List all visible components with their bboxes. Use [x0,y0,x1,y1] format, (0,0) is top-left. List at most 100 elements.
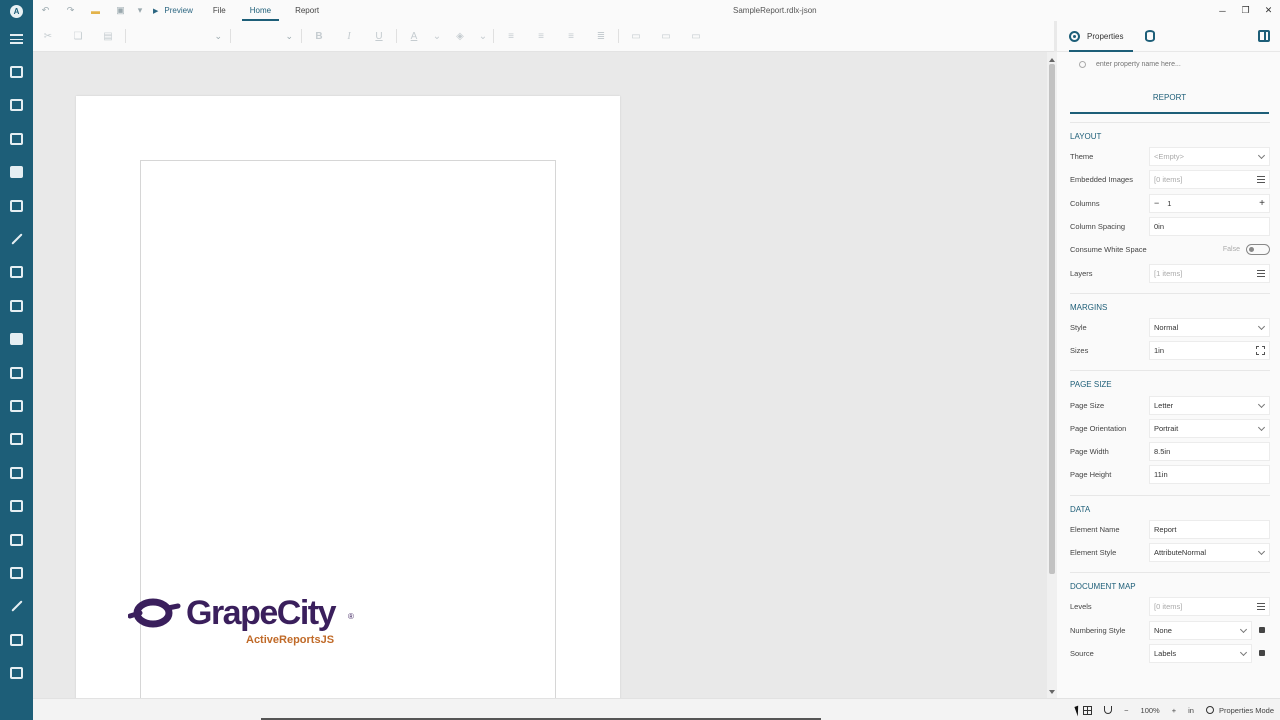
hamburger-menu-icon[interactable] [0,22,33,55]
align-justify-icon[interactable]: ≣ [586,21,616,52]
cut-icon[interactable]: ✂ [33,21,63,52]
section-layout-title[interactable]: LAYOUT [1070,122,1270,145]
page-height-field[interactable]: 11in [1149,465,1270,485]
element-name-field[interactable]: Report [1149,519,1270,539]
scroll-down-icon[interactable] [1049,690,1055,694]
consume-ws-toggle[interactable]: False [1149,240,1270,259]
tableofcontents-tool-icon[interactable] [0,289,33,322]
collection-editor-icon[interactable] [1257,176,1265,184]
tablix-tool-icon[interactable] [0,456,33,489]
close-button[interactable]: ✕ [1257,0,1280,21]
subreport-tool-icon[interactable] [0,623,33,656]
expression-icon[interactable] [1259,627,1265,634]
list-tool-icon[interactable] [0,389,33,422]
underline-icon[interactable]: U [364,21,394,52]
minimize-button[interactable]: ─ [1211,0,1234,21]
property-search-input[interactable] [1096,61,1256,68]
table-tool-icon[interactable] [0,423,33,456]
orientation-dropdown[interactable]: Portrait [1149,418,1270,438]
expression-icon[interactable] [1259,650,1265,657]
shape-tool-icon[interactable] [0,256,33,289]
collection-editor-icon[interactable] [1257,603,1265,611]
menu-file[interactable]: File [201,0,238,21]
textbox-tool-icon[interactable] [0,122,33,155]
data-tab-database-icon[interactable] [1145,30,1156,42]
margin-sizes-field[interactable]: 1in [1149,341,1270,361]
zoom-out-button[interactable]: − [1118,699,1134,720]
levels-field[interactable]: [0 items] [1149,597,1270,617]
source-dropdown[interactable]: Labels [1149,643,1252,663]
richtext-tool-icon[interactable] [0,323,33,356]
canvas-vertical-scrollbar[interactable] [1047,52,1057,698]
save-icon[interactable]: ▣ [108,0,133,21]
zoom-in-button[interactable]: + [1166,699,1182,720]
image-tool-icon[interactable] [0,356,33,389]
page-width-field[interactable]: 8.5in [1149,442,1270,462]
expand-icon[interactable] [1256,346,1265,356]
collection-editor-icon[interactable] [1257,269,1265,277]
align-left-icon[interactable]: ≡ [496,21,526,52]
property-search[interactable] [1057,52,1280,77]
zoom-level[interactable]: 100% [1135,699,1166,720]
grapecity-logo-image[interactable]: GrapeCity ® ActiveReportsJS [128,594,360,652]
tab-properties[interactable]: Properties [1069,21,1134,52]
bold-icon[interactable]: B [304,21,334,52]
text-color-chevron-icon[interactable]: ⌄ [429,21,445,52]
toggle-switch-icon[interactable] [1246,244,1270,256]
collapse-panel-icon[interactable] [1258,30,1270,42]
menu-home[interactable]: Home [238,0,283,21]
checkbox-tool-icon[interactable] [0,156,33,189]
font-size-dropdown[interactable]: ⌄ [233,21,299,52]
scroll-up-icon[interactable] [1049,58,1055,62]
numbering-style-dropdown[interactable]: None [1149,620,1252,640]
report-explorer-icon[interactable] [0,55,33,88]
grid-toggle[interactable] [1077,699,1098,720]
paste-icon[interactable]: ▤ [93,21,123,52]
section-page-size-title[interactable]: PAGE SIZE [1070,370,1270,393]
element-style-dropdown[interactable]: AttributeNormal [1149,543,1270,562]
embedded-images-field[interactable]: [0 items] [1149,170,1270,190]
section-data-title[interactable]: DATA [1070,494,1270,518]
bullet-tool-icon[interactable] [0,523,33,556]
valign-top-icon[interactable]: ▭ [621,21,651,52]
menu-report[interactable]: Report [283,0,331,21]
theme-dropdown[interactable]: <Empty> [1149,147,1270,167]
font-family-dropdown[interactable]: ⌄ [128,21,228,52]
plus-icon[interactable]: + [1259,198,1265,209]
margin-style-dropdown[interactable]: Normal [1149,317,1270,337]
sparkline-tool-icon[interactable] [0,590,33,623]
units-selector[interactable]: in [1182,699,1200,720]
text-color-icon[interactable]: A [399,21,429,52]
design-canvas[interactable]: GrapeCity ® ActiveReportsJS [33,52,1047,698]
valign-middle-icon[interactable]: ▭ [651,21,681,52]
align-right-icon[interactable]: ≡ [556,21,586,52]
formatted-text-tool-icon[interactable] [0,656,33,689]
valign-bottom-icon[interactable]: ▭ [681,21,711,52]
report-page[interactable]: GrapeCity ® ActiveReportsJS [76,96,620,698]
italic-icon[interactable]: I [334,21,364,52]
preview-button[interactable]: ▶ Preview [147,6,201,15]
redo-icon[interactable]: ↷ [58,0,83,21]
section-document-map-title[interactable]: DOCUMENT MAP [1070,572,1270,595]
align-center-icon[interactable]: ≡ [526,21,556,52]
scrollbar-thumb[interactable] [1049,64,1055,574]
container-tool-icon[interactable] [0,189,33,222]
group-editor-icon[interactable] [0,89,33,122]
line-tool-icon[interactable] [0,222,33,255]
background-color-icon[interactable]: ◈ [445,21,475,52]
barcode-tool-icon[interactable] [0,556,33,589]
minus-icon[interactable]: − [1154,198,1159,208]
section-margins-title[interactable]: MARGINS [1070,292,1270,316]
chart-tool-icon[interactable] [0,489,33,522]
restore-button[interactable]: ❐ [1234,0,1257,21]
save-dropdown-chevron-icon[interactable]: ▾ [133,0,147,21]
background-color-chevron-icon[interactable]: ⌄ [475,21,491,52]
open-folder-icon[interactable]: ▬ [83,0,108,21]
columns-stepper[interactable]: −1 + [1149,193,1270,213]
copy-icon[interactable]: ❏ [63,21,93,52]
undo-icon[interactable]: ↶ [33,0,58,21]
column-spacing-field[interactable]: 0in [1149,217,1270,237]
page-size-dropdown[interactable]: Letter [1149,395,1270,415]
snap-toggle[interactable] [1098,699,1118,720]
layers-field[interactable]: [1 items] [1149,263,1270,283]
